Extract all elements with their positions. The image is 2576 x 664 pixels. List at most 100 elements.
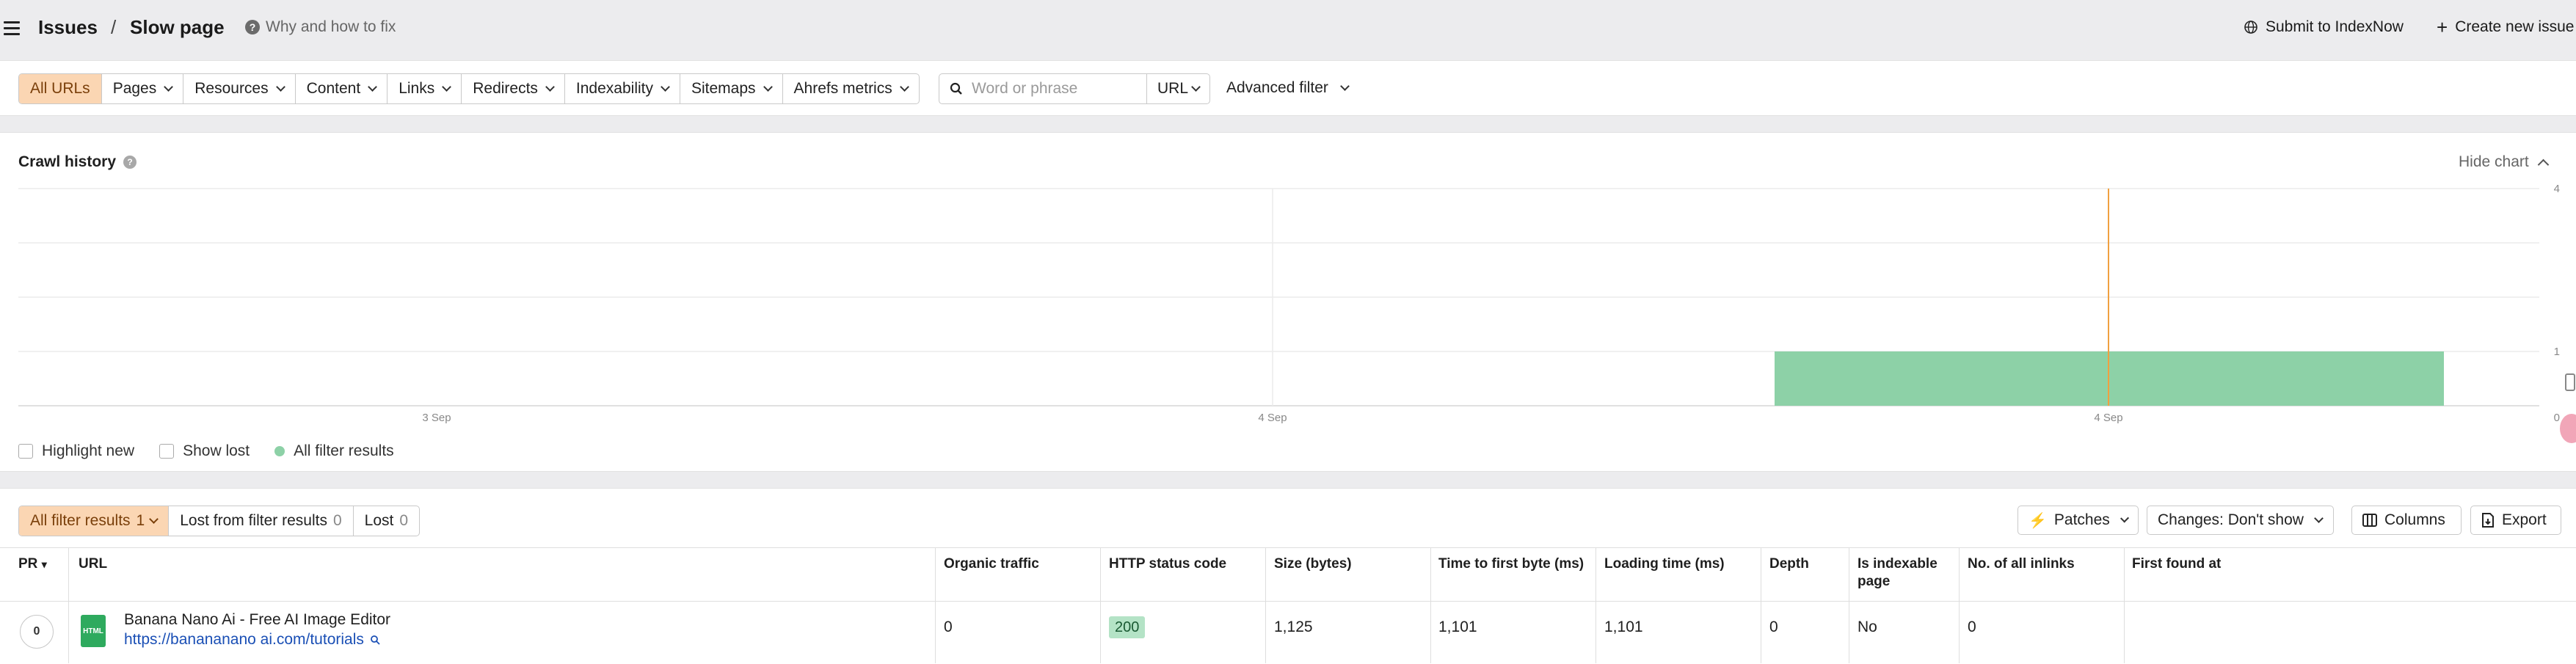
- submit-indexnow-button[interactable]: Submit to IndexNow: [2244, 18, 2404, 36]
- y-tick-label: 4: [2554, 183, 2560, 195]
- patches-button[interactable]: ⚡ Patches: [2017, 506, 2139, 535]
- filter-bar: All URLs Pages Resources Content Links R…: [0, 60, 2576, 116]
- filter-ahrefs-metrics[interactable]: Ahrefs metrics: [783, 74, 919, 103]
- question-icon[interactable]: ?: [123, 156, 137, 169]
- help-link[interactable]: ? Why and how to fix: [245, 18, 396, 36]
- all-filter-results-label: All filter results: [294, 442, 394, 459]
- filter-label: Pages: [112, 80, 157, 97]
- chevron-down-icon: [2120, 514, 2129, 523]
- tab-lost[interactable]: Lost 0: [354, 506, 419, 536]
- chevron-down-icon: [2314, 514, 2324, 523]
- chevron-down-icon: [368, 82, 378, 92]
- chevron-down-icon: [275, 82, 285, 92]
- col-label: Organic traffic: [944, 556, 1039, 572]
- organic-traffic-cell: 0: [944, 619, 953, 635]
- chart-legend: Highlight new Show lost All filter resul…: [18, 442, 419, 460]
- tab-label: All filter results: [30, 512, 131, 529]
- filter-label: Links: [399, 80, 435, 97]
- search-box: URL: [939, 73, 1211, 104]
- breadcrumb-separator: /: [111, 16, 117, 38]
- magnifier-icon[interactable]: [370, 635, 380, 645]
- filter-indexability[interactable]: Indexability: [565, 74, 680, 103]
- filter-all-urls[interactable]: All URLs: [19, 74, 102, 103]
- filter-redirects[interactable]: Redirects: [462, 74, 565, 103]
- chevron-down-icon: [1191, 82, 1201, 92]
- crawl-history-title: Crawl history ?: [18, 153, 137, 171]
- col-label: Depth: [1769, 556, 1809, 572]
- highlight-new-toggle[interactable]: Highlight new: [18, 442, 134, 460]
- side-widget-icon[interactable]: [2565, 373, 2575, 391]
- col-pr[interactable]: PR ▾: [18, 555, 47, 573]
- col-label: PR: [18, 556, 38, 572]
- tab-all-filter-results[interactable]: All filter results 1: [19, 506, 170, 536]
- col-first-found[interactable]: First found at: [2132, 555, 2221, 573]
- changes-label: Changes: Don't show: [2158, 511, 2304, 528]
- breadcrumb-issues[interactable]: Issues: [38, 16, 98, 39]
- checkbox-icon: [18, 444, 33, 459]
- create-issue-button[interactable]: + Create new issue: [2437, 16, 2575, 38]
- x-tick-label: 4 Sep: [2094, 412, 2122, 424]
- filter-sitemaps[interactable]: Sitemaps: [680, 74, 783, 103]
- chevron-down-icon: [1340, 81, 1350, 91]
- columns-button[interactable]: Columns: [2351, 506, 2462, 535]
- url-link[interactable]: https://banananano ai.com/tutorials: [124, 631, 380, 649]
- changes-dropdown[interactable]: Changes: Don't show: [2147, 506, 2334, 535]
- advanced-filter-button[interactable]: Advanced filter: [1226, 79, 1350, 97]
- highlight-new-label: Highlight new: [42, 442, 135, 459]
- show-lost-label: Show lost: [183, 442, 250, 459]
- globe-icon: [2244, 21, 2257, 34]
- filter-links[interactable]: Links: [388, 74, 462, 103]
- crawl-history-chart: 3 Sep 4 Sep 4 Sep 0 1 4: [18, 183, 2560, 424]
- col-url[interactable]: URL: [79, 555, 107, 573]
- pr-badge: 0: [20, 615, 54, 649]
- filter-label: Sitemaps: [691, 80, 756, 97]
- col-depth[interactable]: Depth: [1769, 555, 1809, 573]
- table-row[interactable]: 0 HTML Banana Nano Ai - Free AI Image Ed…: [0, 600, 2576, 663]
- tab-label: Lost: [364, 512, 394, 529]
- all-filter-results-legend[interactable]: All filter results: [274, 442, 394, 460]
- results-area: All filter results 1 Lost from filter re…: [0, 488, 2576, 664]
- filter-resources[interactable]: Resources: [183, 74, 296, 103]
- col-http-status[interactable]: HTTP status code: [1109, 555, 1226, 573]
- checkbox-icon: [159, 444, 175, 459]
- submit-indexnow-label: Submit to IndexNow: [2266, 18, 2404, 35]
- col-label: Time to first byte (ms): [1438, 556, 1584, 572]
- url-text: https://banananano ai.com/tutorials: [124, 631, 364, 648]
- filter-pages[interactable]: Pages: [102, 74, 184, 103]
- search-input[interactable]: [970, 79, 1135, 98]
- crawl-history-panel: 3 Sep 4 Sep 4 Sep 0 1 4 Crawl history ? Hide …: [0, 132, 2576, 472]
- crawl-history-title-text: Crawl history: [18, 153, 117, 170]
- show-lost-toggle[interactable]: Show lost: [159, 442, 250, 460]
- chevron-down-icon: [899, 82, 909, 92]
- filter-content[interactable]: Content: [296, 74, 388, 103]
- chevron-down-icon: [661, 82, 670, 92]
- search-scope-select[interactable]: URL: [1147, 74, 1209, 103]
- loading-time-cell: 1,101: [1604, 619, 1643, 635]
- export-label: Export: [2502, 511, 2547, 528]
- size-cell: 1,125: [1274, 619, 1313, 635]
- col-ttfb[interactable]: Time to first byte (ms): [1438, 555, 1585, 573]
- filter-group: All URLs Pages Resources Content Links R…: [18, 73, 920, 104]
- hide-chart-button[interactable]: Hide chart: [2459, 153, 2549, 171]
- export-button[interactable]: Export: [2470, 506, 2561, 535]
- inlinks-cell: 0: [1968, 619, 1976, 635]
- col-loading-time[interactable]: Loading time (ms): [1604, 555, 1725, 573]
- col-size[interactable]: Size (bytes): [1274, 555, 1352, 573]
- plus-icon: +: [2437, 16, 2448, 38]
- col-organic-traffic[interactable]: Organic traffic: [944, 555, 1039, 573]
- y-tick-label: 0: [2554, 412, 2560, 424]
- depth-cell: 0: [1769, 619, 1778, 635]
- create-issue-label: Create new issue: [2455, 18, 2575, 35]
- results-tabs: All filter results 1 Lost from filter re…: [18, 506, 421, 536]
- filter-label: Content: [306, 80, 361, 97]
- advanced-filter-label: Advanced filter: [1226, 79, 1328, 96]
- col-is-indexable[interactable]: Is indexable page: [1858, 555, 1953, 591]
- ttfb-cell: 1,101: [1438, 619, 1477, 635]
- search-icon: [950, 82, 962, 95]
- html-file-icon: HTML: [81, 615, 106, 647]
- tab-lost-from-filter-results[interactable]: Lost from filter results 0: [169, 506, 354, 536]
- col-inlinks[interactable]: No. of all inlinks: [1968, 555, 2075, 573]
- table-header: PR ▾ URL Organic traffic HTTP status cod…: [0, 547, 2576, 602]
- tab-label: Lost from filter results: [180, 512, 327, 529]
- menu-icon[interactable]: [4, 21, 20, 35]
